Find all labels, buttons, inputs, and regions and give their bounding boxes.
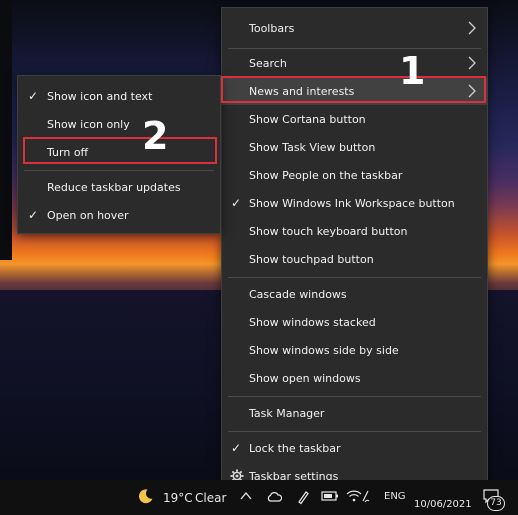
notification-count-badge: 73 (487, 496, 505, 511)
chevron-right-icon (468, 21, 476, 35)
menu-item-label: Reduce taskbar updates (47, 180, 181, 194)
pen-workspace-icon[interactable] (361, 489, 371, 503)
submenu-item-open-on-hover[interactable]: ✓ Open on hover (18, 201, 220, 229)
menu-item-label: Show icon only (47, 117, 130, 131)
menu-item-show-windows-side-by-side[interactable]: Show windows side by side (222, 336, 487, 364)
menu-item-label: Show People on the taskbar (249, 168, 403, 182)
menu-separator (228, 277, 481, 278)
wifi-icon[interactable] (346, 489, 362, 503)
menu-item-label: Open on hover (47, 208, 129, 222)
menu-item-label: Lock the taskbar (249, 441, 341, 455)
checkmark-icon: ✓ (231, 196, 242, 210)
highlight-box-step-2 (23, 137, 217, 164)
menu-item-label: Show Windows Ink Workspace button (249, 196, 455, 210)
taskbar-date[interactable]: 10/06/2021 (414, 499, 472, 510)
menu-item-cascade-windows[interactable]: Cascade windows (222, 280, 487, 308)
weather-condition[interactable]: Clear (195, 491, 226, 505)
menu-item-label: Cascade windows (249, 287, 347, 301)
menu-separator (24, 170, 214, 171)
menu-item-show-task-view-button[interactable]: Show Task View button (222, 133, 487, 161)
menu-item-label: Search (249, 56, 287, 70)
menu-item-label: Task Manager (249, 406, 325, 420)
menu-item-label: Show Cortana button (249, 112, 366, 126)
menu-item-show-cortana-button[interactable]: Show Cortana button (222, 105, 487, 133)
submenu-item-reduce-taskbar-updates[interactable]: Reduce taskbar updates (18, 173, 220, 201)
submenu-item-show-icon-and-text[interactable]: ✓ Show icon and text (18, 82, 220, 110)
menu-item-show-people[interactable]: Show People on the taskbar (222, 161, 487, 189)
menu-separator (228, 431, 481, 432)
moon-icon[interactable] (137, 488, 154, 505)
menu-item-show-windows-ink[interactable]: ✓ Show Windows Ink Workspace button (222, 189, 487, 217)
battery-icon[interactable] (321, 490, 339, 502)
menu-item-label: Show windows side by side (249, 343, 399, 357)
chevron-right-icon (468, 56, 476, 70)
submenu-item-show-icon-only[interactable]: Show icon only (18, 110, 220, 138)
chevron-up-icon[interactable] (240, 491, 252, 501)
menu-separator (228, 396, 481, 397)
checkmark-icon: ✓ (28, 208, 39, 222)
menu-item-toolbars[interactable]: Toolbars (222, 14, 487, 42)
menu-item-search[interactable]: Search (222, 49, 487, 77)
menu-item-label: Show Task View button (249, 140, 376, 154)
menu-item-label: Show touchpad button (249, 252, 374, 266)
highlight-box-step-1 (221, 76, 486, 103)
language-indicator[interactable]: ENG (384, 491, 406, 502)
step-number-2: 2 (142, 114, 169, 158)
menu-item-label: Show touch keyboard button (249, 224, 408, 238)
wallpaper-tree (0, 0, 12, 260)
menu-item-show-windows-stacked[interactable]: Show windows stacked (222, 308, 487, 336)
taskbar: 19°C Clear ENG 10/06/2021 73 (0, 480, 518, 515)
checkmark-icon: ✓ (231, 441, 242, 455)
menu-item-label: Show icon and text (47, 89, 153, 103)
menu-item-label: Show open windows (249, 371, 361, 385)
menu-item-show-open-windows[interactable]: Show open windows (222, 364, 487, 392)
menu-item-label: Toolbars (249, 21, 295, 35)
cloud-icon[interactable] (266, 490, 282, 502)
menu-item-show-touchpad[interactable]: Show touchpad button (222, 245, 487, 273)
menu-item-lock-taskbar[interactable]: ✓ Lock the taskbar (222, 434, 487, 462)
weather-temperature[interactable]: 19°C (163, 491, 193, 505)
checkmark-icon: ✓ (28, 89, 39, 103)
menu-item-task-manager[interactable]: Task Manager (222, 399, 487, 427)
step-number-1: 1 (399, 49, 426, 93)
menu-item-show-touch-keyboard[interactable]: Show touch keyboard button (222, 217, 487, 245)
menu-item-label: Show windows stacked (249, 315, 376, 329)
pen-icon[interactable] (296, 489, 310, 505)
